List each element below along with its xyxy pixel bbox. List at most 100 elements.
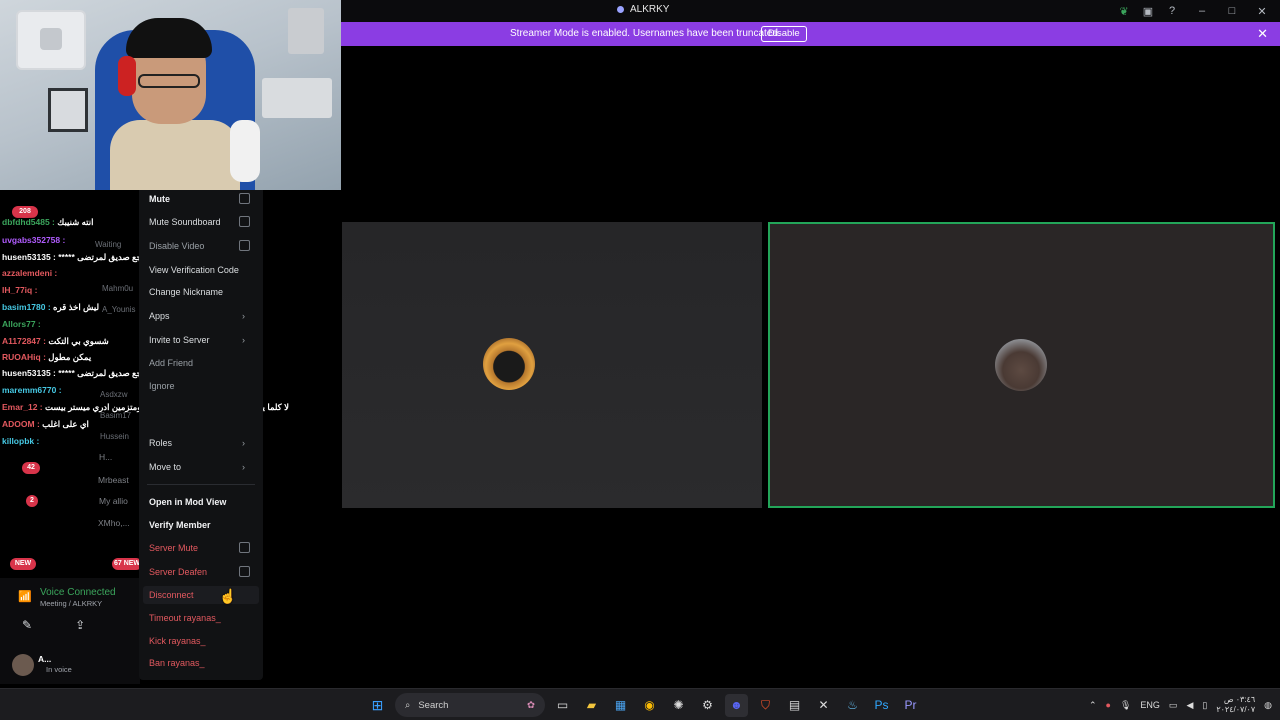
current-user-name[interactable]: A...: [38, 654, 51, 664]
inbox-icon[interactable]: ▣: [1136, 0, 1160, 22]
headset: [118, 56, 136, 96]
menu-item-server-mute[interactable]: Server Mute: [149, 543, 198, 553]
notifications-icon[interactable]: ◍: [1264, 700, 1272, 711]
menu-item-timeout[interactable]: Timeout rayanas_: [149, 613, 221, 623]
hand-cursor-icon: ☝: [219, 588, 237, 604]
clock[interactable]: ٠٣:٤٦ ص ٢٠٢٤/٠٧/٠٧: [1216, 695, 1255, 715]
search-icon: ⌕: [405, 699, 411, 711]
video-tile-user[interactable]: [342, 222, 762, 508]
window-title-text: ALKRKY: [630, 4, 670, 15]
menu-item-mute[interactable]: Mute: [149, 194, 170, 204]
taskbar-search[interactable]: ⌕ Search ✿: [395, 693, 545, 717]
mute-soundboard-checkbox[interactable]: [239, 216, 250, 227]
brave-icon[interactable]: ⛉: [754, 694, 777, 717]
video-off-icon[interactable]: ✎: [22, 618, 32, 632]
discord-icon[interactable]: ☻: [725, 693, 748, 717]
menu-item-ban[interactable]: Ban rayanas_: [149, 658, 205, 668]
chat-message: Allors77 :: [2, 319, 41, 329]
server-mute-checkbox[interactable]: [239, 542, 250, 553]
menu-item-disable-video[interactable]: Disable Video: [149, 241, 204, 251]
taskbar-apps: ⊞ ⌕ Search ✿ ▭ ▰ ▦ ◉ ✺ ⚙ ☻ ⛉ ▤ ✕ ♨ Ps Pr: [366, 693, 922, 717]
menu-item-move-to[interactable]: Move to: [149, 462, 181, 472]
chat-message: basim1780 : ليش اخذ قره: [2, 302, 100, 312]
menu-item-verify-member[interactable]: Verify Member: [149, 520, 211, 530]
chat-message: maremm6770 :: [2, 385, 62, 395]
streamer-mode-banner: Streamer Mode is enabled. Usernames have…: [341, 22, 1280, 46]
openai-icon[interactable]: ✺: [667, 694, 690, 717]
discord-window: ALKRKY ❦ ▣ ? – □ ✕ Streamer Mode is enab…: [0, 0, 1280, 720]
silver-play-button-plaque: [18, 12, 84, 68]
participant-avatar-cat: [995, 339, 1047, 391]
search-label: Search: [418, 699, 449, 711]
close-banner-icon[interactable]: ✕: [1257, 26, 1268, 42]
microphone-icon[interactable]: 🎙: [1120, 700, 1131, 711]
wall-frame: [48, 88, 88, 132]
menu-item-invite-to-server[interactable]: Invite to Server: [149, 335, 210, 345]
voice-connected-panel: 📶 Voice Connected Meeting / ALKRKY ✎ ⇪ A…: [0, 578, 140, 684]
menu-item-roles[interactable]: Roles: [149, 438, 172, 448]
help-icon[interactable]: ?: [1160, 0, 1184, 22]
windows-start-icon[interactable]: ⊞: [366, 694, 389, 717]
chat-message: dbfdhd5485 : انته شنيبك: [2, 217, 94, 227]
voice-channel-path[interactable]: Meeting / ALKRKY: [40, 599, 102, 608]
menu-item-ignore[interactable]: Ignore: [149, 381, 175, 391]
capcut-icon[interactable]: ✕: [812, 694, 835, 717]
voice-controls: ✎ ⇪: [22, 618, 85, 632]
title-bar-icons: ❦ ▣ ? – □ ✕: [1112, 0, 1280, 22]
file-explorer-icon[interactable]: ▰: [580, 694, 603, 717]
disable-streamer-mode-button[interactable]: Disable: [761, 26, 807, 42]
server-deafen-checkbox[interactable]: [239, 566, 250, 577]
glasses: [138, 74, 200, 88]
steam-icon[interactable]: ⚙: [696, 694, 719, 717]
battery-icon[interactable]: ▯: [1202, 700, 1207, 711]
store-icon[interactable]: ▦: [609, 694, 632, 717]
screen-share-icon[interactable]: ⇪: [75, 618, 85, 632]
chevron-right-icon: ›: [242, 335, 245, 345]
chrome-icon[interactable]: ◉: [638, 694, 661, 717]
chat-message: azzalemdeni :: [2, 268, 58, 278]
clock-date: ٢٠٢٤/٠٧/٠٧: [1216, 705, 1256, 714]
voice-connected-label[interactable]: Voice Connected: [40, 587, 116, 598]
steam-client-icon[interactable]: ♨: [841, 694, 864, 717]
menu-item-apps[interactable]: Apps: [149, 311, 170, 321]
mute-checkbox[interactable]: [239, 193, 250, 204]
leaf-icon[interactable]: ❦: [1112, 0, 1136, 22]
avatar[interactable]: [12, 654, 34, 676]
language-indicator[interactable]: ENG: [1140, 700, 1160, 710]
minimize-icon[interactable]: –: [1184, 0, 1220, 22]
menu-item-disconnect[interactable]: Disconnect: [149, 590, 194, 600]
chat-message: A1172847 : شسوي بي التكت: [2, 336, 109, 346]
network-icon[interactable]: ▭: [1169, 700, 1178, 711]
chevron-right-icon: ›: [242, 438, 245, 448]
tray-app-icon[interactable]: ●: [1106, 700, 1111, 710]
user-context-menu: Mute Mute Soundboard Disable Video View …: [139, 186, 263, 680]
server-icon: [617, 6, 624, 13]
task-view-icon[interactable]: ▭: [551, 694, 574, 717]
chevron-up-icon[interactable]: ⌃: [1089, 700, 1097, 711]
menu-item-kick[interactable]: Kick rayanas_: [149, 636, 206, 646]
shelf-plaque: [262, 78, 332, 118]
shelf-box: [288, 8, 324, 54]
close-icon[interactable]: ✕: [1244, 0, 1280, 22]
menu-item-server-deafen[interactable]: Server Deafen: [149, 567, 207, 577]
photoshop-icon[interactable]: Ps: [870, 694, 893, 717]
premiere-icon[interactable]: Pr: [899, 694, 922, 717]
volume-icon[interactable]: ◀: [1186, 700, 1193, 711]
menu-item-view-verification-code[interactable]: View Verification Code: [149, 265, 239, 275]
user-status: In voice: [46, 665, 72, 674]
menu-item-add-friend[interactable]: Add Friend: [149, 358, 193, 368]
stream-chat-overlay: dbfdhd5485 : انته شنيبك uvgabs352758 : h…: [0, 190, 289, 580]
banner-text: Streamer Mode is enabled. Usernames have…: [510, 28, 781, 39]
chevron-right-icon: ›: [242, 311, 245, 321]
maximize-icon[interactable]: □: [1220, 0, 1244, 22]
menu-item-change-nickname[interactable]: Change Nickname: [149, 287, 223, 297]
video-tile-speaking[interactable]: [768, 222, 1275, 508]
app-icon[interactable]: ▤: [783, 694, 806, 717]
menu-item-mute-soundboard[interactable]: Mute Soundboard: [149, 217, 221, 227]
chat-message: RUOAHiq : يمكن مطول: [2, 352, 92, 362]
clock-time: ٠٣:٤٦ ص: [1223, 695, 1256, 704]
window-title: ALKRKY: [617, 4, 669, 15]
menu-separator: [147, 484, 255, 485]
menu-item-open-in-mod-view[interactable]: Open in Mod View: [149, 497, 226, 507]
disable-video-checkbox[interactable]: [239, 240, 250, 251]
